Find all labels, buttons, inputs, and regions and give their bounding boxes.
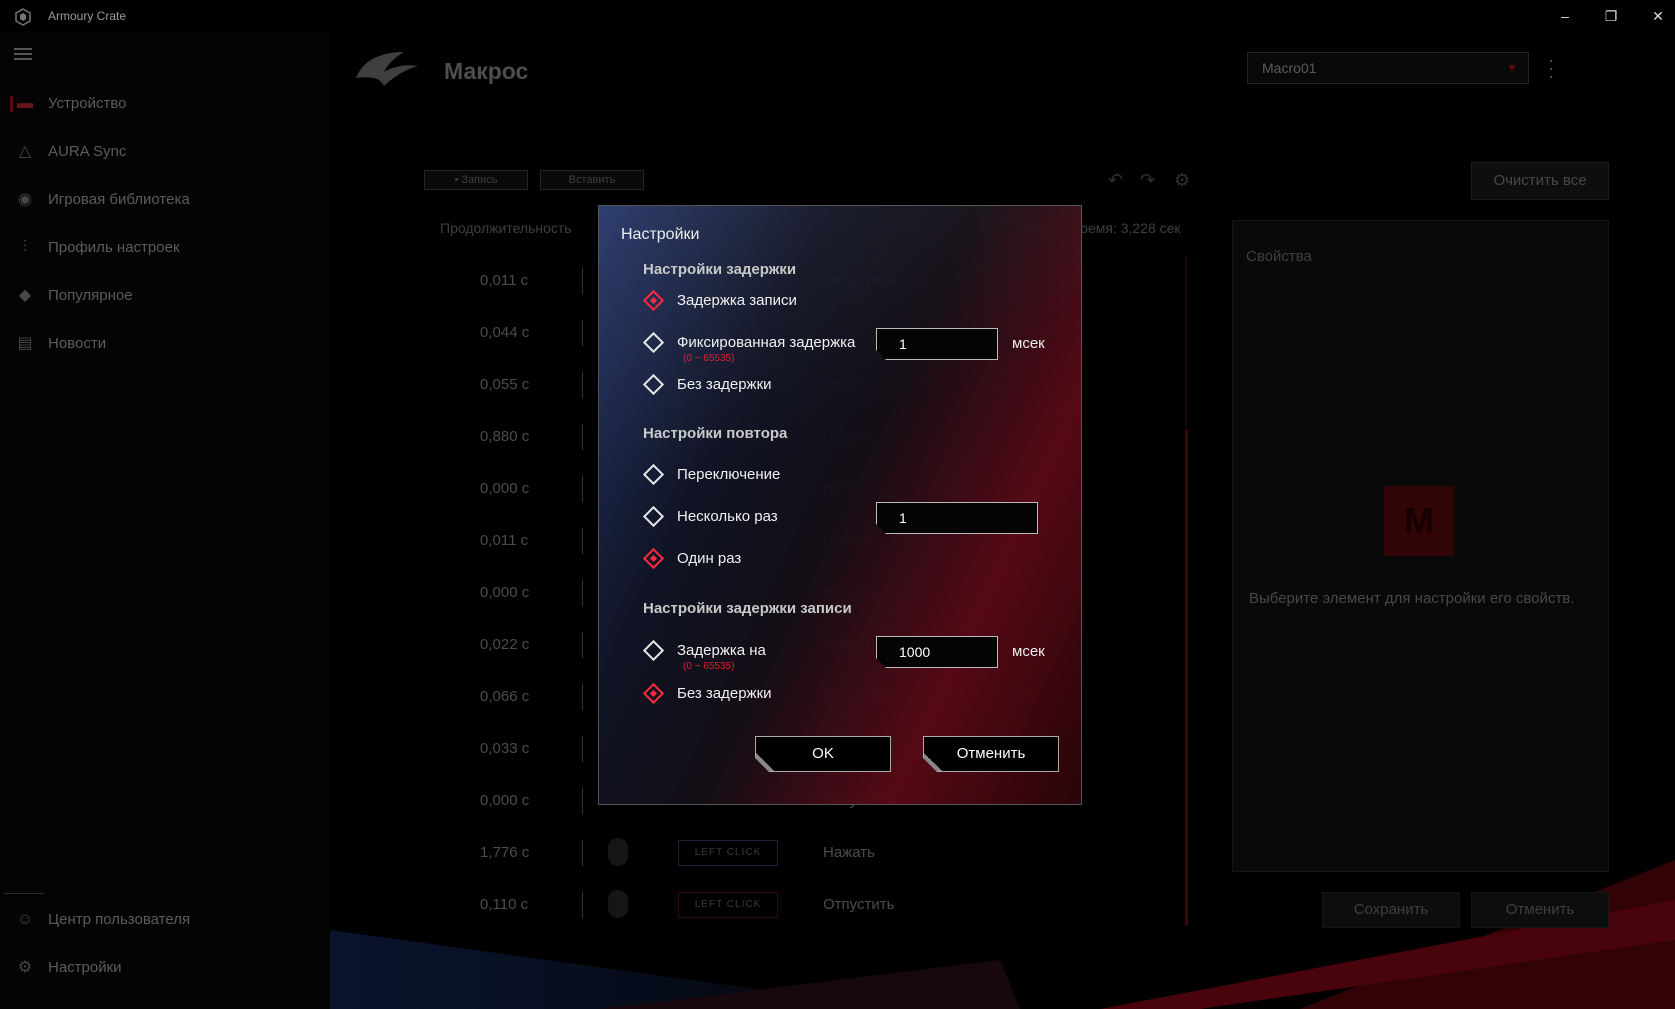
radio-icon — [642, 463, 665, 486]
radio-icon — [642, 639, 665, 662]
record-delay-settings-heading: Настройки задержки записи — [643, 600, 852, 617]
radio-icon — [642, 331, 665, 354]
radio-icon — [642, 505, 665, 528]
radio-label: Без задержки — [677, 685, 772, 702]
dialog-cancel-button[interactable]: Отменить — [923, 736, 1059, 772]
restore-button[interactable]: ❐ — [1598, 6, 1624, 26]
ok-button[interactable]: OK — [755, 736, 891, 772]
radio-label: Задержка записи — [677, 292, 797, 309]
radio-selected-icon — [642, 682, 665, 705]
delay-on-input[interactable]: 1000 — [876, 636, 998, 668]
radio-label: Фиксированная задержка — [677, 334, 856, 351]
delay-on-value: 1000 — [899, 644, 931, 660]
repeat-count-input[interactable]: 1 — [876, 502, 1038, 534]
dialog-title: Настройки — [621, 226, 700, 243]
radio-icon — [642, 373, 665, 396]
delay-on-range: (0 ~ 65535) — [683, 661, 735, 672]
radio-selected-icon — [642, 547, 665, 570]
delay-settings-heading: Настройки задержки — [643, 261, 797, 278]
repeat-settings-heading: Настройки повтора — [643, 425, 788, 442]
title-bar: Armoury Crate – ❐ ✕ — [0, 0, 1675, 32]
fixed-delay-value: 1 — [899, 336, 907, 352]
app-title: Armoury Crate — [48, 9, 127, 23]
settings-dialog: Настройки Настройки задержки Задержка за… — [598, 205, 1082, 805]
radio-selected-icon — [642, 289, 665, 312]
fixed-delay-range: (0 ~ 65535) — [683, 353, 735, 364]
radio-label: Несколько раз — [677, 508, 778, 525]
repeat-count-value: 1 — [899, 510, 907, 526]
minimize-button[interactable]: – — [1552, 6, 1578, 26]
delay-on-unit: мсек — [1012, 643, 1045, 660]
armoury-crate-logo-icon — [15, 8, 31, 26]
close-button[interactable]: ✕ — [1645, 6, 1671, 26]
radio-label: Задержка на — [677, 642, 766, 659]
radio-label: Один раз — [677, 550, 742, 567]
fixed-delay-unit: мсек — [1012, 335, 1045, 352]
radio-label: Переключение — [677, 466, 781, 483]
fixed-delay-input[interactable]: 1 — [876, 328, 998, 360]
radio-label: Без задержки — [677, 376, 772, 393]
